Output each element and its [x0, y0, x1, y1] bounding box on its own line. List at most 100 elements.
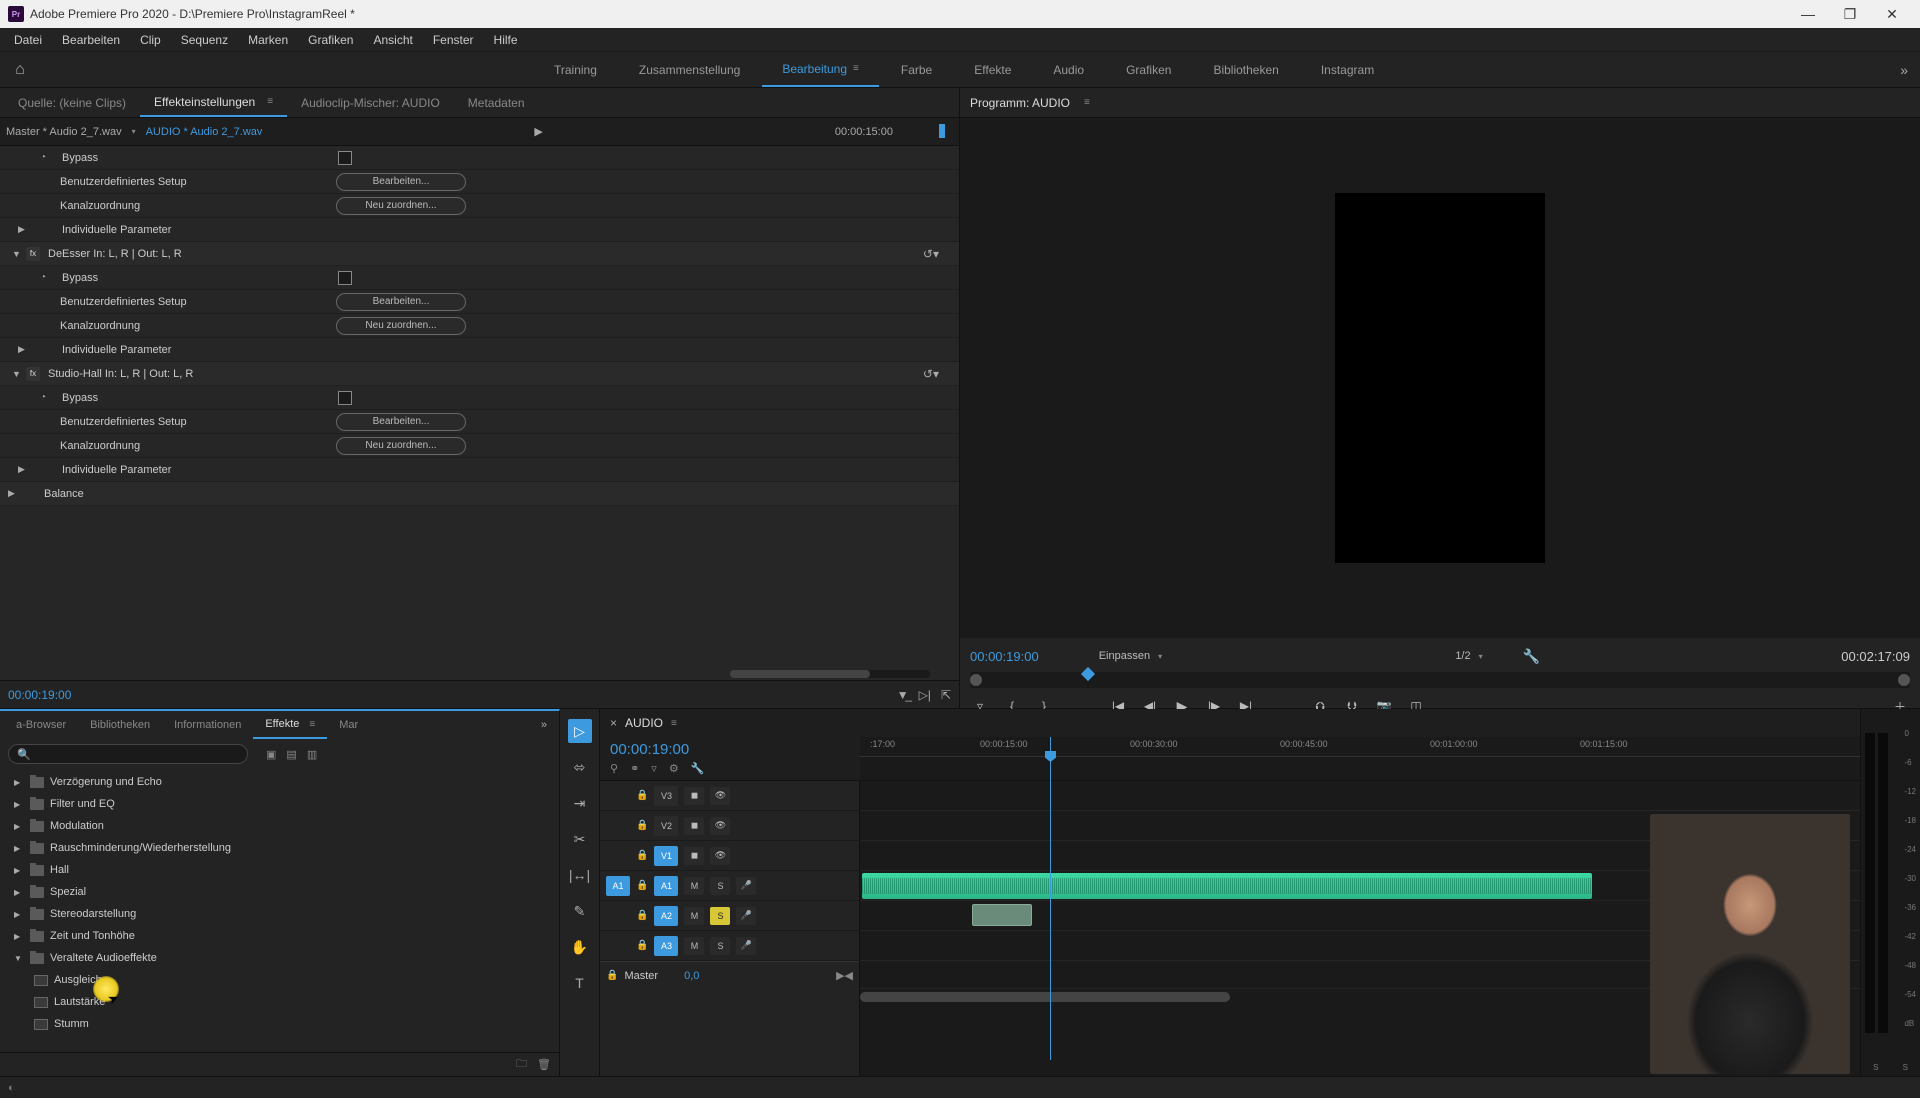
- home-icon[interactable]: ⌂: [0, 52, 40, 87]
- effect-ausgleich[interactable]: Ausgleich: [54, 974, 102, 986]
- track-v1[interactable]: V1: [654, 846, 678, 866]
- lock-icon[interactable]: 🔒: [636, 850, 648, 861]
- expand-icon[interactable]: ▶: [14, 844, 24, 853]
- bypass-checkbox[interactable]: [338, 271, 352, 285]
- ws-audio[interactable]: Audio: [1033, 52, 1104, 87]
- menu-fenster[interactable]: Fenster: [423, 33, 484, 47]
- play-icon[interactable]: ▶: [534, 125, 542, 138]
- sequence-clip-name[interactable]: AUDIO * Audio 2_7.wav: [146, 126, 263, 138]
- menu-clip[interactable]: Clip: [130, 33, 171, 47]
- playhead-icon[interactable]: [1045, 751, 1056, 762]
- timeline-ruler[interactable]: :17:00 00:00:15:00 00:00:30:00 00:00:45:…: [860, 737, 1860, 780]
- menu-ansicht[interactable]: Ansicht: [363, 33, 422, 47]
- wrench-icon[interactable]: 🔧: [691, 762, 705, 775]
- workspace-overflow-icon[interactable]: »: [1888, 62, 1920, 78]
- master-value[interactable]: 0,0: [684, 970, 699, 982]
- effect-lautstaerke[interactable]: Lautstärke: [54, 996, 105, 1008]
- fx-icon[interactable]: fx: [26, 247, 40, 261]
- minimize-button[interactable]: —: [1788, 2, 1828, 26]
- ws-farbe[interactable]: Farbe: [881, 52, 952, 87]
- playhead-line[interactable]: [1050, 737, 1051, 1060]
- mini-scrollbar[interactable]: [730, 670, 930, 678]
- solo-toggle[interactable]: S: [710, 907, 730, 925]
- ws-bearbeitung[interactable]: Bearbeitung≡: [762, 52, 879, 87]
- mute-toggle[interactable]: M: [684, 937, 704, 955]
- accelerated-badge-icon[interactable]: ▣: [266, 748, 276, 761]
- snap-icon[interactable]: ⚲: [610, 762, 618, 775]
- folder-stereo[interactable]: Stereodarstellung: [50, 908, 136, 920]
- tabs-overflow-icon[interactable]: »: [533, 719, 555, 731]
- remap-button[interactable]: Neu zuordnen...: [336, 437, 466, 455]
- fx-icon[interactable]: fx: [26, 367, 40, 381]
- mute-toggle[interactable]: M: [684, 877, 704, 895]
- effects-tree[interactable]: ▶Verzögerung und Echo ▶Filter und EQ ▶Mo…: [0, 769, 559, 1052]
- menu-bearbeiten[interactable]: Bearbeiten: [52, 33, 130, 47]
- tab-effekte[interactable]: Effekte≡: [253, 711, 327, 739]
- ws-instagram[interactable]: Instagram: [1301, 52, 1394, 87]
- tab-metadaten[interactable]: Metadaten: [454, 88, 539, 117]
- panel-menu-icon[interactable]: ≡: [1084, 97, 1090, 108]
- loop-icon[interactable]: ▷|: [919, 688, 931, 702]
- stopwatch-icon[interactable]: ◔: [40, 392, 54, 403]
- sequence-name[interactable]: AUDIO: [625, 716, 663, 730]
- lock-icon[interactable]: 🔒: [606, 970, 618, 981]
- type-tool-icon[interactable]: T: [568, 971, 592, 995]
- toggle-output-icon[interactable]: ◼: [684, 847, 704, 865]
- expand-icon[interactable]: ▶: [18, 224, 32, 235]
- expand-icon[interactable]: ▶: [14, 910, 24, 919]
- reset-icon[interactable]: ↺▾: [923, 247, 939, 261]
- track-select-tool-icon[interactable]: ⬄: [568, 755, 592, 779]
- expand-icon[interactable]: ▶: [14, 800, 24, 809]
- close-button[interactable]: ✕: [1872, 2, 1912, 26]
- audio-meters[interactable]: 0 -6 -12 -18 -24 -30 -36 -42 -48 -54 dB …: [1860, 709, 1920, 1076]
- close-sequence-icon[interactable]: ×: [610, 716, 617, 730]
- stopwatch-icon[interactable]: ◔: [40, 272, 54, 283]
- tab-markers[interactable]: Mar: [327, 711, 370, 739]
- lock-icon[interactable]: 🔒: [636, 880, 648, 891]
- voice-icon[interactable]: 🎤: [736, 907, 756, 925]
- filter-icon[interactable]: ▼̲: [897, 688, 909, 702]
- menu-grafiken[interactable]: Grafiken: [298, 33, 363, 47]
- maximize-button[interactable]: ❐: [1830, 2, 1870, 26]
- toggle-output-icon[interactable]: ◼: [684, 817, 704, 835]
- toggle-output-icon[interactable]: ◼: [684, 787, 704, 805]
- folder-noise[interactable]: Rauschminderung/Wiederherstellung: [50, 842, 231, 854]
- stopwatch-icon[interactable]: ◔: [40, 152, 54, 163]
- ripple-tool-icon[interactable]: ⇥: [568, 791, 592, 815]
- expand-icon[interactable]: ▶: [14, 778, 24, 787]
- toggle-eye-icon[interactable]: 👁: [710, 847, 730, 865]
- folder-filter-eq[interactable]: Filter und EQ: [50, 798, 115, 810]
- ws-zusammenstellung[interactable]: Zusammenstellung: [619, 52, 760, 87]
- folder-reverb[interactable]: Hall: [50, 864, 69, 876]
- footer-timecode[interactable]: 00:00:19:00: [8, 688, 71, 702]
- program-scrubber[interactable]: [970, 672, 1910, 688]
- linked-selection-icon[interactable]: ⚭: [630, 762, 639, 775]
- chevron-down-icon[interactable]: ▾: [132, 127, 136, 136]
- menu-sequenz[interactable]: Sequenz: [171, 33, 238, 47]
- folder-time-pitch[interactable]: Zeit und Tonhöhe: [50, 930, 135, 942]
- audio-clip-small[interactable]: [972, 904, 1032, 926]
- remap-button[interactable]: Neu zuordnen...: [336, 197, 466, 215]
- yuv-badge-icon[interactable]: ▥: [307, 748, 317, 761]
- expand-icon[interactable]: ▶: [14, 888, 24, 897]
- toggle-eye-icon[interactable]: 👁: [710, 817, 730, 835]
- track-a3[interactable]: A3: [654, 936, 678, 956]
- reset-icon[interactable]: ↺▾: [923, 367, 939, 381]
- hand-tool-icon[interactable]: ✋: [568, 935, 592, 959]
- collapse-icon[interactable]: ▼: [14, 954, 24, 963]
- panel-menu-icon[interactable]: ≡: [309, 719, 315, 730]
- edit-button[interactable]: Bearbeiten...: [336, 173, 466, 191]
- tab-media-browser[interactable]: a-Browser: [4, 711, 78, 739]
- settings-icon[interactable]: ⚙: [669, 762, 679, 775]
- source-a1[interactable]: A1: [606, 876, 630, 896]
- hamburger-icon[interactable]: ≡: [853, 63, 859, 74]
- folder-special[interactable]: Spezial: [50, 886, 86, 898]
- search-input[interactable]: 🔍: [8, 744, 248, 764]
- 32bit-badge-icon[interactable]: ▤: [286, 748, 296, 761]
- expand-icon[interactable]: ▶: [14, 866, 24, 875]
- solo-toggle[interactable]: S: [710, 877, 730, 895]
- voice-icon[interactable]: 🎤: [736, 937, 756, 955]
- voice-icon[interactable]: 🎤: [736, 877, 756, 895]
- program-monitor-canvas[interactable]: [1335, 193, 1545, 563]
- tab-audioclip-mischer[interactable]: Audioclip-Mischer: AUDIO: [287, 88, 454, 117]
